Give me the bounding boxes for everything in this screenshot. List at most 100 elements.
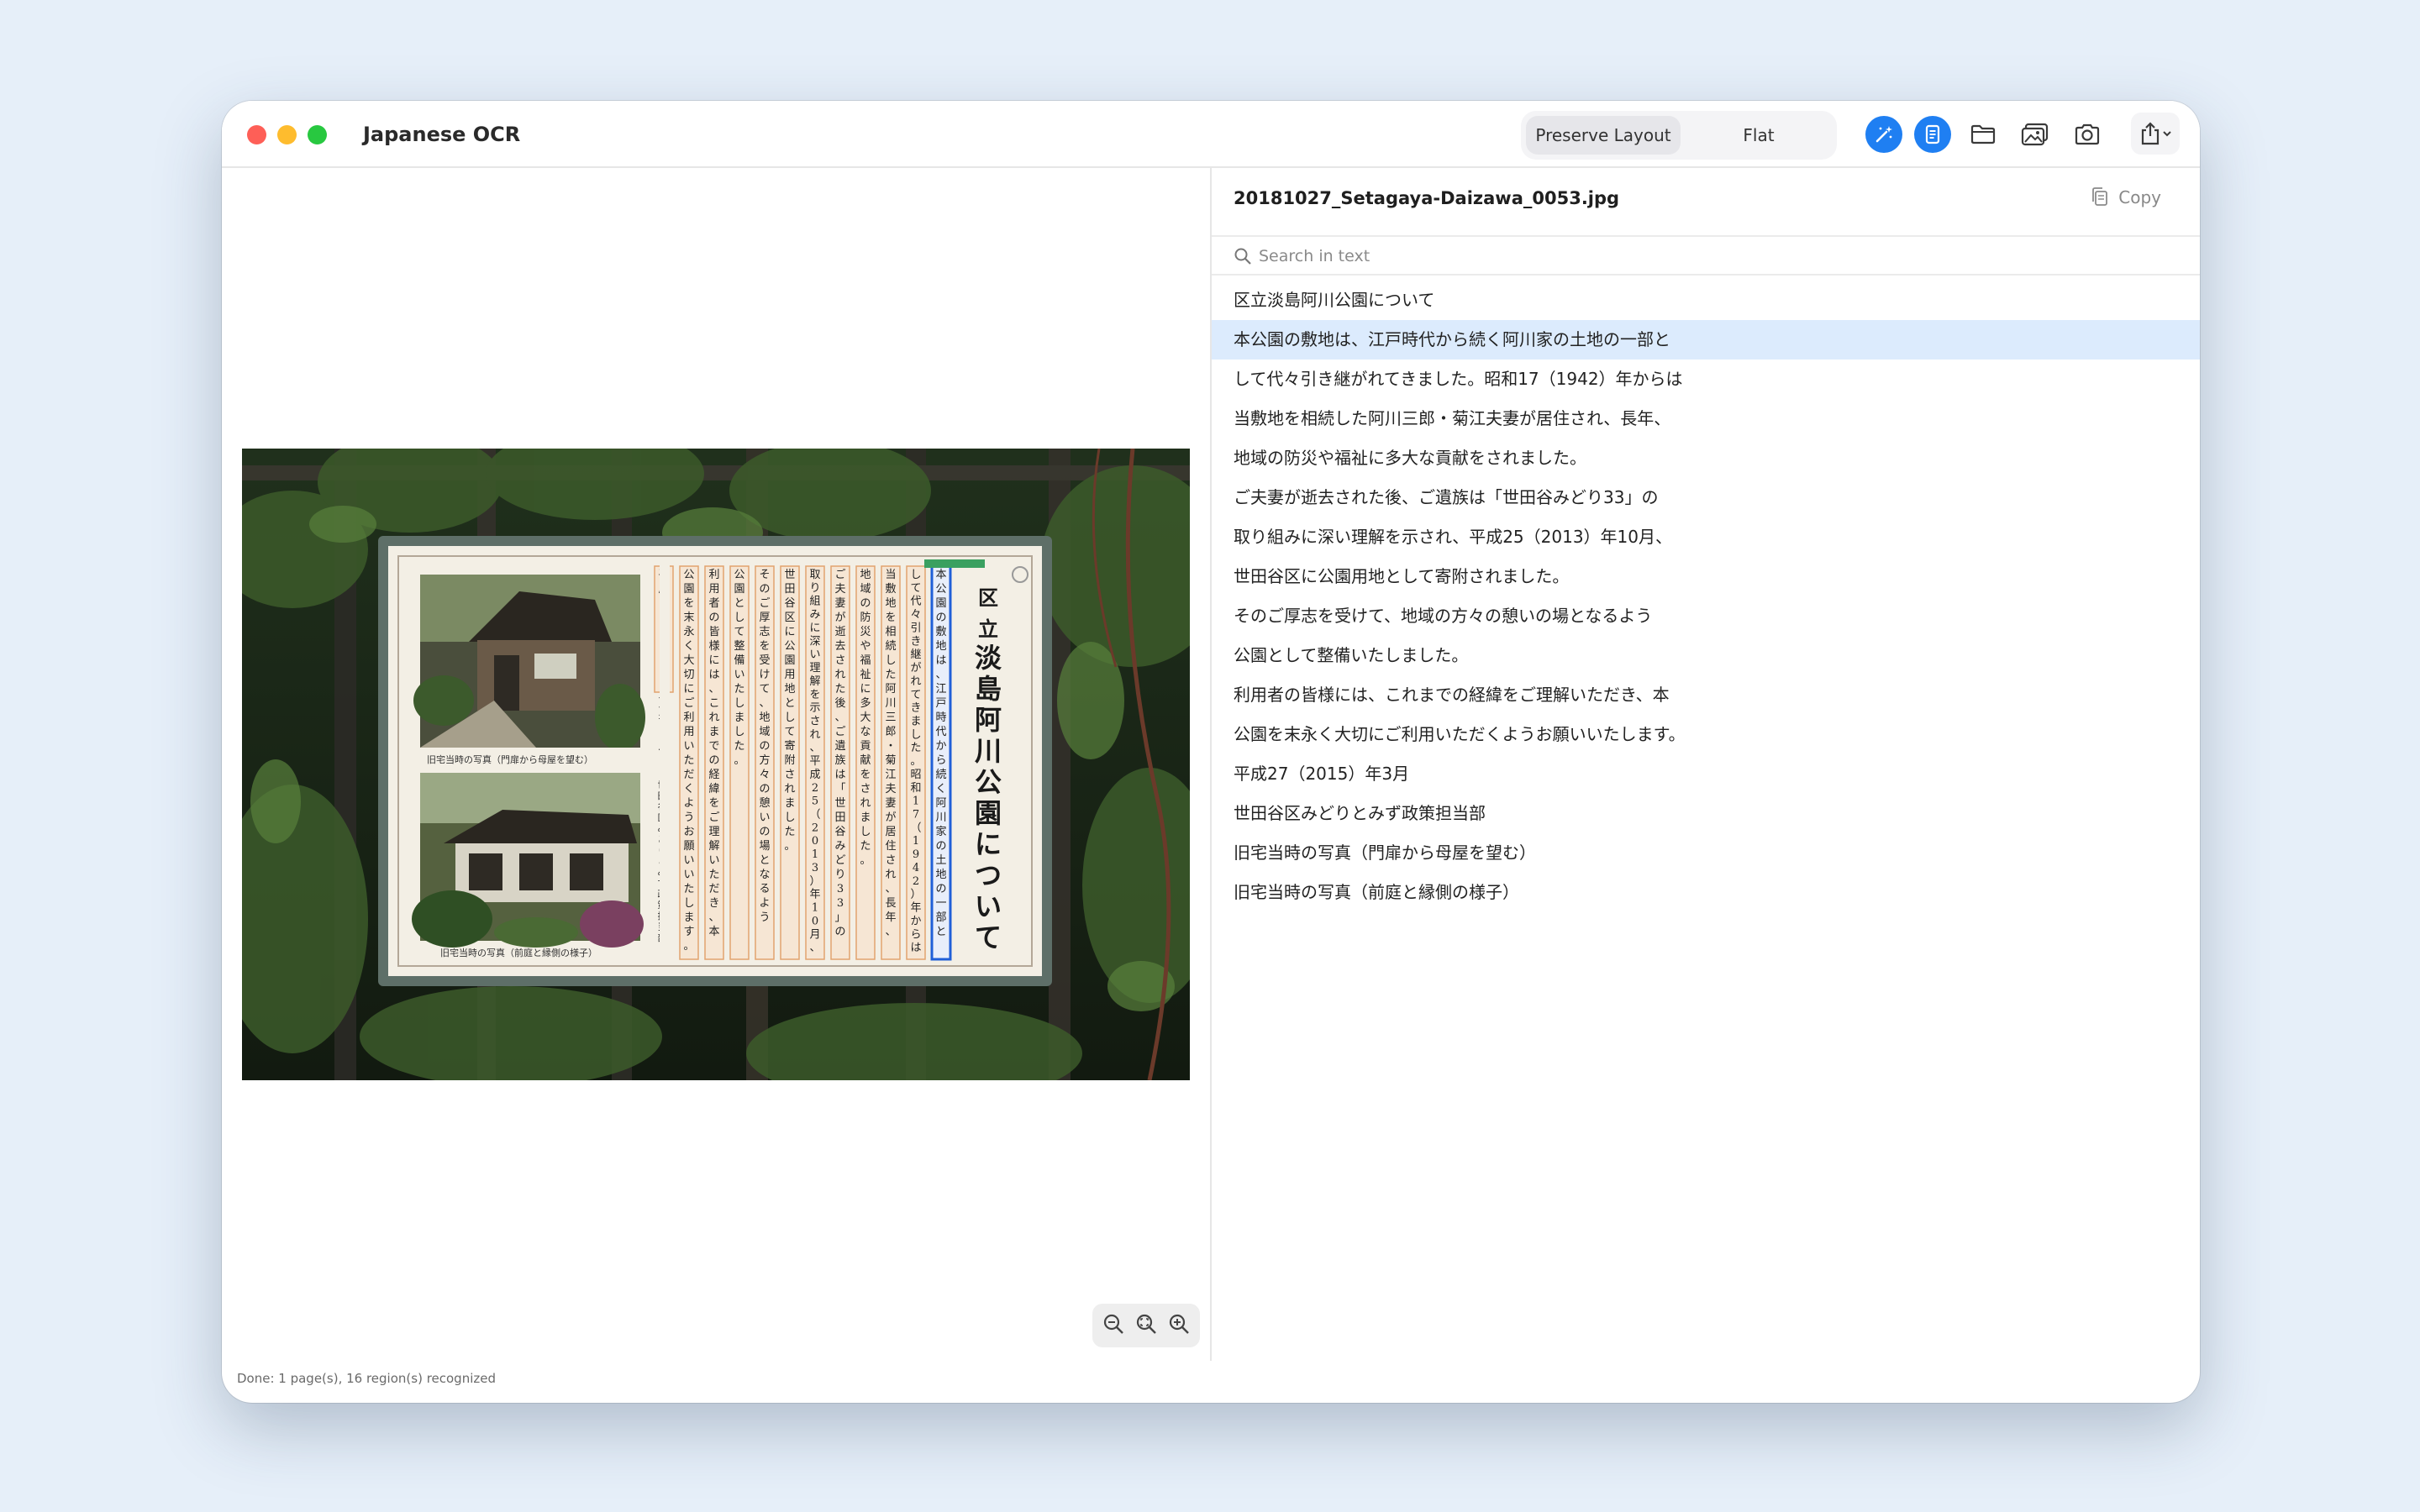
sign-title-char: 島 [975,673,1002,705]
sign-text-char: て [784,726,795,738]
ocr-text-line[interactable]: ご夫妻が逝去された後、ご遺族は「世田谷みどり33」の [1212,478,2200,517]
search-icon [1234,248,1251,265]
sign-text-char: し [683,897,694,910]
auto-recognize-button[interactable] [1865,116,1902,153]
sign-text-char: 、 [935,669,946,681]
sign-text-char: 江 [935,683,946,696]
sign-text-char: 者 [708,597,719,610]
sign-text-char: 続 [885,640,896,653]
ocr-text-line[interactable]: そのご厚志を受けて、地域の方々の憩いの場となるよう [1212,596,2200,636]
zoom-in-button[interactable] [1167,1312,1191,1339]
sign-text-char: の [834,926,845,938]
sign-text-char: 、 [759,697,770,710]
sign-text-char: た [834,683,845,696]
ocr-text-line[interactable]: 旧宅当時の写真（門扉から母屋を望む） [1212,833,2200,873]
preserve-layout-segment[interactable]: Preserve Layout [1526,116,1681,155]
sign-text-char: 厚 [759,612,770,624]
capture-screen-button[interactable] [2070,118,2104,151]
sign-text-char: 地 [935,869,946,881]
sign-text-char: 切 [683,669,694,681]
ocr-text-line[interactable]: 本公園の敷地は、江戸時代から続く阿川家の土地の一部と [1212,320,2200,360]
sign-text-char: と [935,926,946,938]
sign-text-char: 。 [683,940,694,953]
ocr-text-line[interactable]: 平成27（2015）年3月 [1212,754,2200,794]
text-panel-toggle-button[interactable] [1914,116,1951,153]
sign-text-char: 祉 [860,669,871,681]
sign-text-char: 三 [885,711,896,724]
sign-text-char: れ [784,783,795,795]
sign-text-char: 地 [935,640,946,653]
sign-text-char: 憩 [759,796,770,810]
app-title: Japanese OCR [363,123,521,146]
sign-text-char: 深 [809,635,820,648]
ocr-text-line[interactable]: 区立淡島阿川公園について [1212,281,2200,320]
sign-text-char: 住 [885,840,896,853]
flat-segment[interactable]: Flat [1686,116,1832,155]
ocr-text-line[interactable]: 当敷地を相続した阿川三郎・菊江夫妻が居住され、長年、 [1212,399,2200,438]
sign-text-char: て [910,689,921,701]
ocr-text-line[interactable]: 取り組みに深い理解を示され、平成25（2013）年10月、 [1212,517,2200,557]
sign-text-char: （ [910,822,921,834]
sign-text-char: 組 [809,596,820,608]
sign-text-char: 逝 [834,626,845,638]
sign-text-char: く [683,783,694,795]
sign-text-char: 夫 [885,783,896,795]
zoom-window-button[interactable] [308,125,327,144]
open-folder-button[interactable] [1966,118,2000,151]
minimize-window-button[interactable] [277,125,297,144]
ocr-text-line[interactable]: 地域の防災や福祉に多大な貢献をされました。 [1212,438,2200,478]
sign-title-char: て [975,921,1002,953]
sign-text-char: の [759,740,770,753]
sign-text-char: 、 [708,683,719,696]
sign-text-char: 3 [812,862,818,874]
sign-text-char: 7 [913,809,919,822]
sign-text-char: し [734,612,744,624]
sign-text-char: 示 [809,702,820,715]
sign-text-char: ま [734,711,744,724]
ocr-text-line[interactable]: 利用者の皆様には、これまでの経緯をご理解いただき、本 [1212,675,2200,715]
sign-text-char: き [910,702,921,715]
search-input[interactable] [1259,244,1763,269]
copy-button[interactable]: Copy [2090,186,2161,208]
sign-text-char: 公 [784,640,795,653]
sign-text-char: 年 [809,889,820,901]
sign-text-char: だ [683,769,694,781]
zoom-out-button[interactable] [1102,1312,1125,1339]
sign-text-char: さ [885,854,896,867]
share-menu-button[interactable] [2131,113,2180,155]
sign-text-char: い [683,740,694,753]
sign-text-char: 、 [708,911,719,924]
open-photos-button[interactable] [2018,118,2052,151]
ocr-text-line[interactable]: 公園を末永く大切にご利用いただくようお願いいたします。 [1212,715,2200,754]
close-window-button[interactable] [247,125,266,144]
ocr-text-line[interactable]: 公園として整備いたしました。 [1212,636,2200,675]
source-image[interactable]: 旧宅当時の写真（門扉から母屋を望む） 旧宅当時の写真（前庭と縁側の様子） 本公園… [242,449,1190,1080]
sign-title-char: つ [975,859,1002,891]
sign-text-char: 土 [935,854,946,867]
sign-text-char: 当 [885,569,896,581]
zoom-fit-button[interactable] [1134,1312,1158,1339]
ocr-text-line[interactable]: して代々引き継がれてきました。昭和17（1942）年からは [1212,360,2200,399]
sign-text-char: の [860,597,871,610]
sign-text-char: 用 [708,583,719,596]
ocr-text-line[interactable]: 旧宅当時の写真（前庭と縁側の様子） [1212,873,2200,912]
sign-text-char: 貢 [860,740,871,753]
sign-text-char: は [935,654,946,667]
sign-text-char: 継 [910,648,921,661]
sign-text-char: 附 [784,754,795,767]
sign-text-char: 寄 [784,739,795,753]
app-window: Japanese OCR Preserve Layout Flat 旧宅当時の写… [222,101,2200,1403]
sign-text-char: な [860,726,871,738]
sign-text-char: さ [809,715,820,727]
sign-text-char: 緯 [708,783,719,795]
ocr-text-line[interactable]: 世田谷区に公園用地として寄附されました。 [1212,557,2200,596]
sign-text-char: 公 [683,569,694,581]
sign-text-char: 「 [834,783,845,795]
sign-text-char: 部 [935,911,946,924]
sign-text-char: 平 [809,755,820,768]
sign-title-char: 区 [978,585,998,610]
sign-text-char: い [759,811,770,824]
ocr-text-line[interactable]: 世田谷区みどりとみず政策担当部 [1212,794,2200,833]
sign-caption-bottom: 旧宅当時の写真（前庭と縁側の様子） [440,947,597,958]
sign-text-char: 居 [885,826,896,838]
